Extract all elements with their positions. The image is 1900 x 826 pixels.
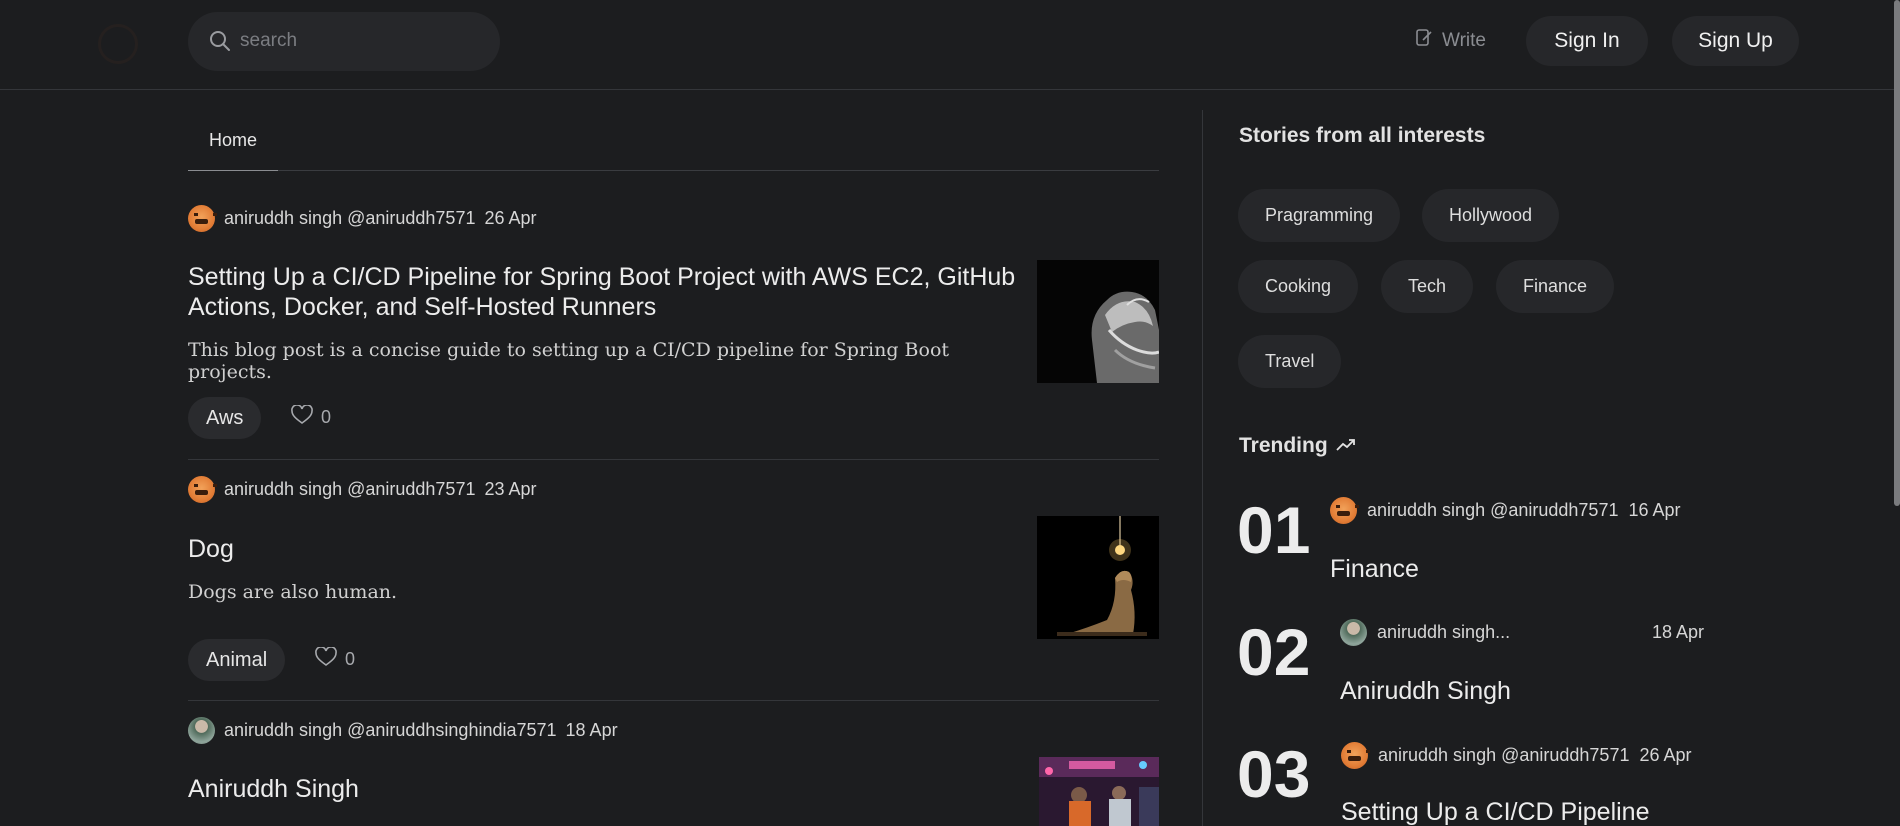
post-date: 26 Apr <box>484 207 537 228</box>
post-author-row[interactable]: aniruddh singh @aniruddhsinghindia7571 1… <box>188 716 618 744</box>
avatar <box>1341 741 1370 769</box>
topic-chip-pragramming[interactable]: Pragramming <box>1238 189 1401 242</box>
topic-chip-travel[interactable]: Travel <box>1238 335 1342 388</box>
post-date: 23 Apr <box>484 478 537 499</box>
trending-rank: 02 <box>1237 615 1311 689</box>
post-card[interactable]: aniruddh singh @aniruddhsinghindia7571 1… <box>188 701 1159 826</box>
heart-icon <box>291 403 313 430</box>
author-name: aniruddh singh @aniruddh7571 <box>224 207 476 228</box>
feed-tabs: Home <box>188 110 1159 171</box>
author-name: aniruddh singh @aniruddh7571 <box>1378 744 1630 765</box>
trending-author-row[interactable]: aniruddh singh... 18 Apr <box>1340 618 1704 646</box>
trending-heading: Trending <box>1239 434 1356 458</box>
sidebar-divider <box>1202 110 1203 826</box>
trending-title[interactable]: Setting Up a CI/CD Pipeline <box>1341 798 1649 826</box>
trending-author-row[interactable]: aniruddh singh @aniruddh7571 26 Apr <box>1341 741 1692 769</box>
top-header: Write Sign In Sign Up <box>0 0 1898 90</box>
topic-chip-cooking[interactable]: Cooking <box>1238 260 1359 313</box>
post-card[interactable]: aniruddh singh @aniruddh7571 23 Apr Dog … <box>188 460 1159 701</box>
avatar <box>1330 496 1359 524</box>
heart-icon <box>315 645 337 672</box>
tab-home[interactable]: Home <box>188 110 278 171</box>
edit-icon <box>1414 28 1434 54</box>
tag-chip[interactable]: Aws <box>188 397 262 439</box>
topic-chip-finance[interactable]: Finance <box>1496 260 1615 313</box>
post-title[interactable]: Setting Up a CI/CD Pipeline for Spring B… <box>188 262 1018 322</box>
post-date: 16 Apr <box>1628 499 1681 520</box>
post-thumbnail[interactable] <box>1037 516 1159 639</box>
author-name: aniruddh singh... <box>1377 621 1511 642</box>
tag-chip[interactable]: Animal <box>188 639 286 681</box>
post-title[interactable]: Aniruddh Singh <box>188 774 1018 804</box>
write-label: Write <box>1442 30 1486 51</box>
post-description: Dogs are also human. <box>188 581 398 603</box>
post-card[interactable]: aniruddh singh @aniruddh7571 26 Apr Sett… <box>188 190 1159 460</box>
post-thumbnail[interactable] <box>1037 260 1159 383</box>
search-icon <box>208 29 232 58</box>
trending-rank: 01 <box>1237 493 1311 567</box>
post-title[interactable]: Dog <box>188 534 1018 564</box>
trending-title[interactable]: Aniruddh Singh <box>1340 677 1511 706</box>
post-description: This blog post is a concise guide to set… <box>188 339 950 383</box>
avatar <box>188 716 215 744</box>
post-date: 18 Apr <box>1651 621 1704 642</box>
topic-chip-hollywood[interactable]: Hollywood <box>1422 189 1560 242</box>
post-author-row[interactable]: aniruddh singh @aniruddh7571 26 Apr <box>188 204 537 232</box>
avatar <box>1340 618 1367 646</box>
trending-rank: 03 <box>1237 737 1311 811</box>
like-button[interactable]: 0 <box>291 402 331 432</box>
search-input[interactable] <box>240 26 480 56</box>
trending-author-row[interactable]: aniruddh singh @aniruddh7571 16 Apr <box>1330 496 1681 524</box>
search-bar[interactable] <box>188 12 500 71</box>
author-name: aniruddh singh @aniruddh7571 <box>1367 499 1619 520</box>
trending-up-icon <box>1336 434 1356 458</box>
avatar <box>188 204 217 232</box>
like-button[interactable]: 0 <box>315 644 355 674</box>
topic-chip-tech[interactable]: Tech <box>1381 260 1474 313</box>
post-thumbnail[interactable] <box>1039 757 1159 826</box>
author-name: aniruddh singh @aniruddhsinghindia7571 <box>224 719 557 740</box>
interests-heading: Stories from all interests <box>1239 124 1486 147</box>
post-date: 26 Apr <box>1639 744 1692 765</box>
sign-up-button[interactable]: Sign Up <box>1672 16 1799 66</box>
post-date: 18 Apr <box>565 719 618 740</box>
page-scrollbar[interactable] <box>1894 0 1900 506</box>
avatar <box>188 475 217 503</box>
trending-label: Trending <box>1239 434 1328 457</box>
trending-title[interactable]: Finance <box>1330 555 1419 584</box>
logo-icon[interactable] <box>98 24 138 64</box>
author-name: aniruddh singh @aniruddh7571 <box>224 478 476 499</box>
post-author-row[interactable]: aniruddh singh @aniruddh7571 23 Apr <box>188 475 537 503</box>
write-button[interactable]: Write <box>1414 26 1486 56</box>
sign-in-button[interactable]: Sign In <box>1526 16 1648 66</box>
like-count: 0 <box>321 406 332 427</box>
like-count: 0 <box>345 648 356 669</box>
